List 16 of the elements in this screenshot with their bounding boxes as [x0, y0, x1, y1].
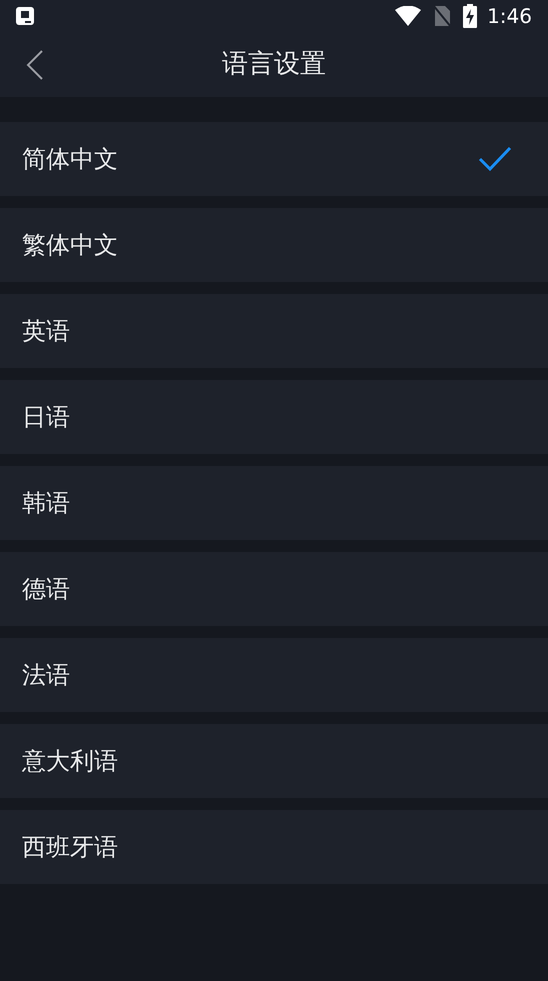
language-option[interactable]: 法语 [0, 638, 548, 712]
status-time: 1:46 [487, 3, 532, 30]
back-icon [26, 50, 44, 80]
language-option[interactable]: 繁体中文 [0, 208, 548, 282]
wifi-icon [395, 6, 422, 26]
battery-charging-icon [463, 4, 478, 28]
language-option[interactable]: 韩语 [0, 466, 548, 540]
app-notification-icon [16, 7, 34, 25]
language-option[interactable]: 意大利语 [0, 724, 548, 798]
language-option[interactable]: 西班牙语 [0, 810, 548, 884]
language-option[interactable]: 英语 [0, 294, 548, 368]
no-sim-icon [433, 5, 452, 27]
language-option[interactable]: 简体中文 [0, 122, 548, 196]
language-option[interactable]: 德语 [0, 552, 548, 626]
page-title: 语言设置 [222, 48, 326, 81]
language-option[interactable]: 日语 [0, 380, 548, 454]
